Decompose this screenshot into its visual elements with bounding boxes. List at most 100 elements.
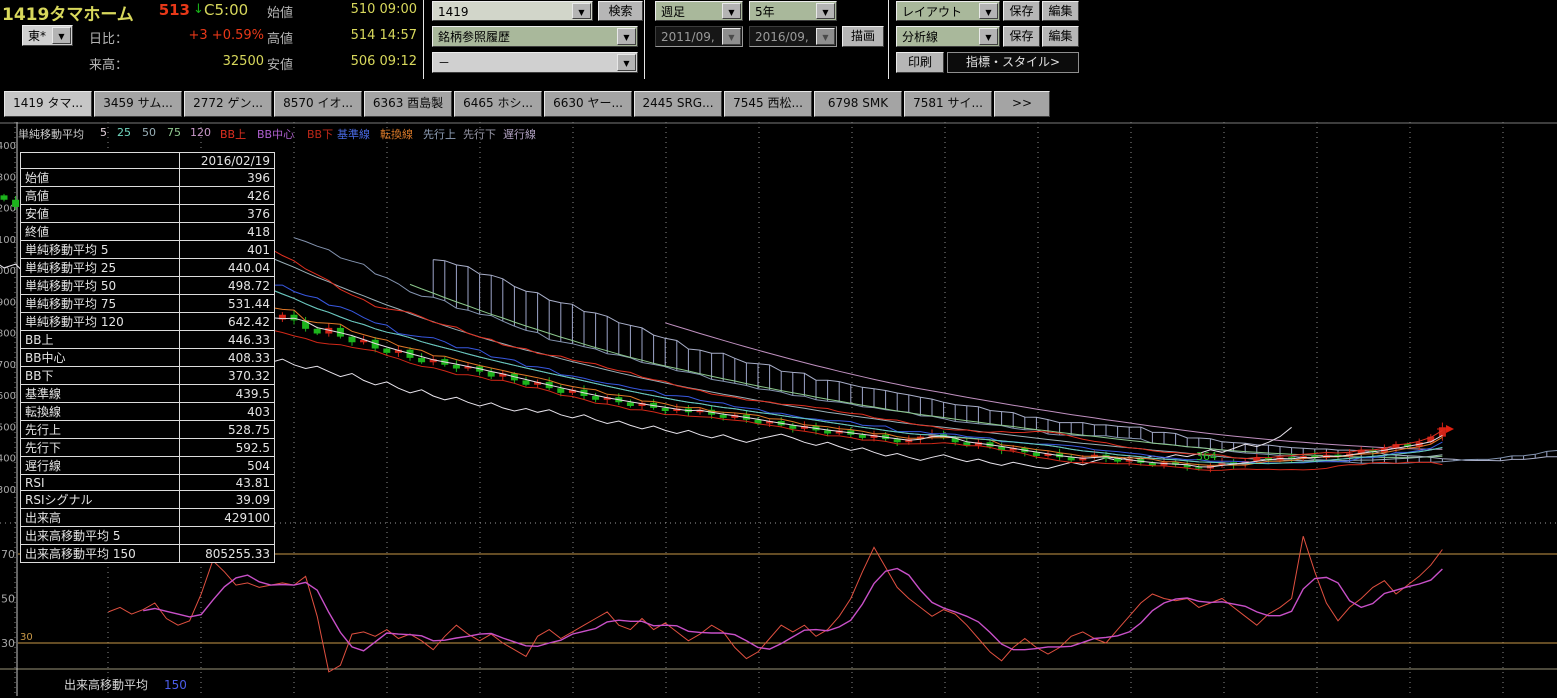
price-tick-label: 1400 xyxy=(0,141,16,152)
to-date-dropdown[interactable]: 2016/09, ▼ xyxy=(749,26,837,47)
last-price: 513 xyxy=(150,1,190,19)
chart-line xyxy=(108,536,1442,672)
chevron-down-icon[interactable]: ▼ xyxy=(722,3,741,19)
open-value: 510 09:00 xyxy=(300,2,417,17)
candle-body xyxy=(592,396,599,400)
compare-dropdown[interactable]: － ▼ xyxy=(432,52,638,73)
analysis-line-dropdown[interactable]: 分析線 ▼ xyxy=(896,26,1000,47)
candle-body xyxy=(894,439,901,442)
price-tick-label: 900 xyxy=(0,297,16,308)
symbol-tab[interactable]: 3459 サム... xyxy=(94,91,182,117)
change-label: 日比： xyxy=(89,28,128,47)
last-price-marker-icon xyxy=(1446,425,1454,433)
symbol-search-value: 1419 xyxy=(438,5,469,19)
symbol-tab[interactable]: 8570 イオ... xyxy=(274,91,362,117)
candle-body xyxy=(1,195,8,199)
legend-item: 転換線 xyxy=(380,126,413,142)
chevron-down-icon[interactable]: ▼ xyxy=(617,28,636,45)
rsi-tick-label: 50 xyxy=(1,593,15,606)
chevron-down-icon[interactable]: ▼ xyxy=(617,54,636,71)
price-tick-label: 400 xyxy=(0,454,16,465)
period-dropdown-value: 週足 xyxy=(661,5,685,19)
price-tick-label: 300 xyxy=(0,485,16,496)
history-dropdown-value: 銘柄参照履歴 xyxy=(438,30,510,44)
info-row-value: 642.42 xyxy=(180,313,275,331)
info-row-value: 446.33 xyxy=(180,331,275,349)
chart-line xyxy=(143,569,1442,651)
draw-button[interactable]: 描画 xyxy=(842,26,884,47)
chevron-down-icon[interactable]: ▼ xyxy=(572,3,591,19)
info-row-label: RSI xyxy=(21,475,180,491)
header-separator xyxy=(423,0,424,79)
exchange-dropdown[interactable]: 東* ▼ xyxy=(22,25,73,46)
indicator-style-button[interactable]: 指標・スタイル> xyxy=(947,52,1079,73)
chart-line xyxy=(665,323,1442,450)
chevron-down-icon[interactable]: ▼ xyxy=(816,28,835,45)
symbol-tab[interactable]: 6630 ヤー... xyxy=(544,91,632,117)
info-row-label: 単純移動平均 120 xyxy=(21,313,180,331)
legend-item: 基準線 xyxy=(337,126,370,142)
info-row-value: 592.5 xyxy=(180,439,275,457)
layout-save-button[interactable]: 保存 xyxy=(1003,1,1040,21)
info-row-value: 805255.33 xyxy=(180,545,275,563)
chart-line xyxy=(132,191,1443,459)
info-row-value: 418 xyxy=(180,223,275,241)
history-dropdown[interactable]: 銘柄参照履歴 ▼ xyxy=(432,26,638,47)
low-label: 安値 xyxy=(267,54,293,73)
chevron-down-icon[interactable]: ▼ xyxy=(52,27,71,44)
info-row-label: 高値 xyxy=(21,187,180,205)
symbol-tab[interactable]: 7545 西松... xyxy=(724,91,812,117)
header-separator xyxy=(644,0,645,79)
layout-dropdown[interactable]: レイアウト ▼ xyxy=(896,1,1000,21)
high-label: 高値 xyxy=(267,28,293,47)
volume-label: 来高： xyxy=(89,54,128,73)
legend-item: 120 xyxy=(190,126,211,139)
info-row-value: 403 xyxy=(180,403,275,421)
symbol-tab[interactable]: 2445 SRG... xyxy=(634,91,722,117)
info-row-label: 遅行線 xyxy=(21,457,180,475)
chevron-down-icon[interactable]: ▼ xyxy=(979,3,998,19)
symbol-search-combo[interactable]: 1419 ▼ xyxy=(432,1,593,21)
info-row-value: 528.75 xyxy=(180,421,275,439)
from-date-dropdown[interactable]: 2011/09, ▼ xyxy=(655,26,743,47)
search-button[interactable]: 検索 xyxy=(598,1,643,21)
legend-item: 先行上 xyxy=(423,126,456,142)
price-tick-label: 1300 xyxy=(0,172,16,183)
candle-body xyxy=(383,349,390,353)
info-row-value: 531.44 xyxy=(180,295,275,313)
info-row-label: BB下 xyxy=(21,367,180,385)
symbol-tab[interactable]: 6465 ホシ... xyxy=(454,91,542,117)
chevron-down-icon[interactable]: ▼ xyxy=(722,28,741,45)
chevron-down-icon[interactable]: ▼ xyxy=(816,3,835,19)
volume-ma-period: 150 xyxy=(164,678,187,692)
change-value: +3 +0.59% xyxy=(148,28,264,43)
symbol-tab[interactable]: 6798 SMK xyxy=(814,91,902,117)
chevron-down-icon[interactable]: ▼ xyxy=(979,28,998,45)
symbol-tab[interactable]: 7581 サイ... xyxy=(904,91,992,117)
info-row-label: 基準線 xyxy=(21,385,180,403)
symbol-tab[interactable]: 2772 ゲン... xyxy=(184,91,272,117)
period-dropdown[interactable]: 週足 ▼ xyxy=(655,1,743,21)
print-button[interactable]: 印刷 xyxy=(896,52,944,73)
legend-item: BB中心 xyxy=(257,126,294,142)
symbol-tab[interactable]: 1419 タマ... xyxy=(4,91,92,117)
candle-body xyxy=(349,337,356,343)
info-row-label: 単純移動平均 25 xyxy=(21,259,180,277)
range-dropdown[interactable]: 5年 ▼ xyxy=(749,1,837,21)
symbol-tab[interactable]: 6363 酉島製 xyxy=(364,91,452,117)
price-down-arrow-icon: ↓ xyxy=(193,2,204,17)
rsi-level-label: 30 xyxy=(20,632,33,643)
legend-item: 単純移動平均 xyxy=(18,126,84,142)
candle-body xyxy=(12,200,19,207)
info-row-value: 370.32 xyxy=(180,367,275,385)
info-row-value: 504 xyxy=(180,457,275,475)
chart-line xyxy=(433,260,1557,461)
layout-edit-button[interactable]: 編集 xyxy=(1042,1,1079,21)
volume-value: 32500 xyxy=(148,54,264,69)
analysis-edit-button[interactable]: 編集 xyxy=(1042,26,1079,47)
info-row-label: 単純移動平均 75 xyxy=(21,295,180,313)
tab-overflow-button[interactable]: >> xyxy=(994,91,1050,117)
analysis-save-button[interactable]: 保存 xyxy=(1003,26,1040,47)
candle-body xyxy=(291,315,298,321)
legend-item: 先行下 xyxy=(463,126,496,142)
